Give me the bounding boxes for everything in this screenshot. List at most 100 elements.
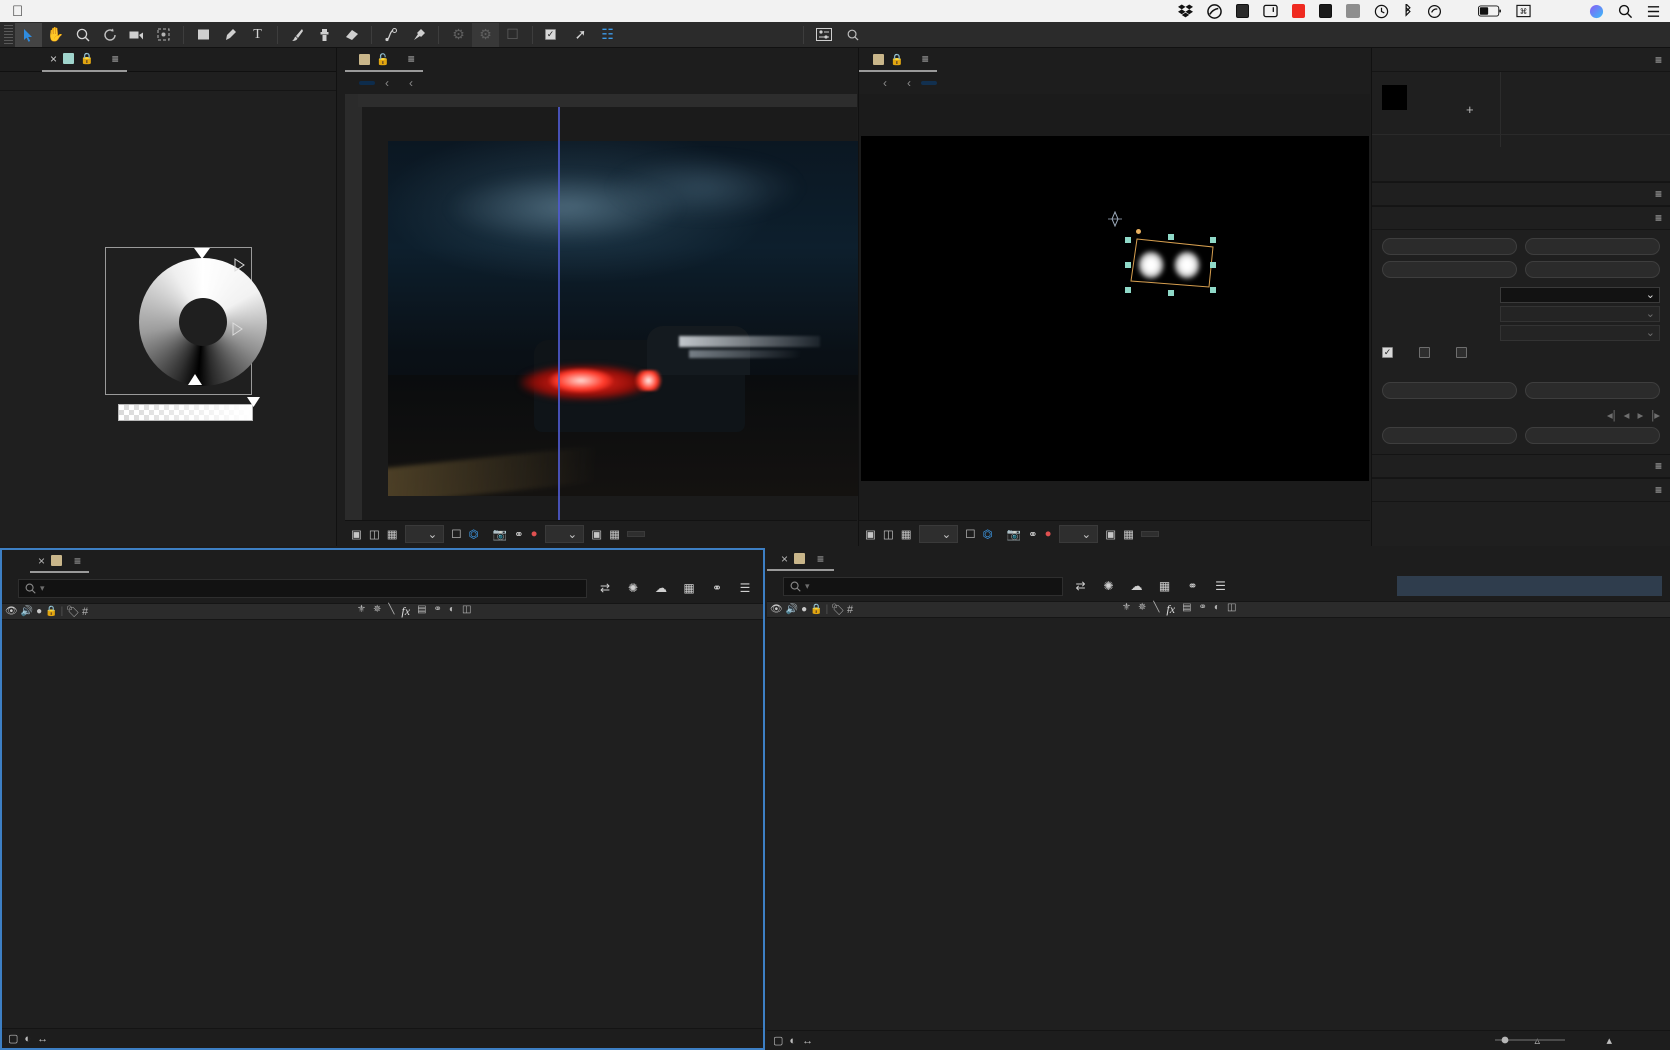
pen-tool-icon[interactable]	[217, 23, 244, 47]
notification-center-icon[interactable]: ⌘	[1509, 4, 1538, 18]
battery-monitor-icon[interactable]	[1229, 4, 1256, 18]
rotation-tool-icon[interactable]	[96, 23, 123, 47]
colorama-output-cycle-wheel[interactable]	[105, 247, 267, 395]
toggle-switches-modes-icon[interactable]: ▢	[8, 1032, 18, 1045]
safe-zones-icon[interactable]: ⏣	[983, 527, 993, 541]
composition-mini-flowchart-icon[interactable]: ⇄	[595, 578, 615, 598]
channels-icon[interactable]: ●	[1045, 528, 1052, 540]
timeline1-search-input[interactable]: ▾	[18, 578, 587, 598]
comp1-camera-view[interactable]	[626, 530, 645, 537]
siri-icon[interactable]	[1582, 4, 1611, 19]
preview-panel-header[interactable]: ≡	[1372, 182, 1670, 206]
snapshot-icon[interactable]: 📷	[1007, 527, 1021, 541]
comp1-video-frame[interactable]	[388, 141, 858, 496]
track-motion-button[interactable]	[1382, 261, 1517, 278]
tab-timeline-traci-matte[interactable]: × ≡	[767, 548, 835, 571]
panel-menu-icon[interactable]: ≡	[1655, 211, 1662, 225]
camera-tool-icon[interactable]	[123, 23, 150, 47]
comp2-canvas[interactable]	[859, 94, 1370, 520]
draft-3d-icon[interactable]: ✺	[623, 578, 643, 598]
snap-anchor-icon[interactable]: ➚	[567, 23, 594, 47]
panel-menu-icon[interactable]: ≡	[112, 52, 119, 66]
zoom-slider[interactable]	[1495, 1035, 1565, 1047]
track-camera-button[interactable]	[1382, 238, 1517, 255]
comp2-resolution-select[interactable]: ⌄	[1058, 524, 1099, 543]
mask-bounding-box[interactable]	[1125, 229, 1216, 296]
hand-tool-icon[interactable]: ✋	[42, 23, 69, 47]
toggle-mask-icon[interactable]: ◫	[883, 527, 894, 541]
tracker-panel-header[interactable]: ≡	[1372, 206, 1670, 230]
motion-blur-icon[interactable]: ⚭	[707, 578, 727, 598]
show-snapshot-icon[interactable]: ⚭	[1028, 527, 1038, 541]
workspace-settings-icon[interactable]	[810, 23, 837, 47]
timeline2-search-input[interactable]: ▾	[783, 576, 1063, 596]
region-of-interest-icon[interactable]: ▦	[901, 527, 912, 541]
chevron-down-icon[interactable]: ⌄	[942, 527, 952, 541]
panel-menu-icon[interactable]: ≡	[1655, 483, 1662, 497]
rotation-checkbox[interactable]	[1419, 346, 1430, 358]
tab-timeline-footage[interactable]: × ≡	[30, 550, 90, 573]
puppet-pin-tool-icon[interactable]	[405, 23, 432, 47]
transparency-toggle-icon[interactable]: ▦	[1123, 527, 1134, 541]
analyze-back-1-icon[interactable]: ◂|	[1607, 408, 1616, 422]
comp2-camera-view[interactable]	[1140, 530, 1159, 537]
chevron-down-icon[interactable]: ⌄	[1082, 527, 1092, 541]
position-checkbox[interactable]: ✓	[1382, 346, 1393, 358]
roto-brush-tool-icon[interactable]	[378, 23, 405, 47]
panel-menu-icon[interactable]: ≡	[74, 554, 81, 568]
character-panel-header[interactable]: ≡	[1372, 478, 1670, 502]
istat-red-icon[interactable]	[1285, 4, 1312, 18]
panel-menu-icon[interactable]: ≡	[1655, 187, 1662, 201]
info-panel-header[interactable]: ≡	[1372, 48, 1670, 72]
lock-icon[interactable]: 🔓	[376, 53, 390, 66]
comp1-resolution-select[interactable]: ⌄	[544, 524, 585, 543]
channels-icon[interactable]: ●	[531, 528, 538, 540]
draft-3d-icon[interactable]: ✺	[1099, 576, 1119, 596]
toggle-mask-icon[interactable]: ◫	[369, 527, 380, 541]
close-icon[interactable]: ×	[781, 552, 788, 566]
lock-icon[interactable]: 🔒	[890, 53, 904, 66]
close-icon[interactable]: ×	[38, 554, 45, 568]
type-tool-icon[interactable]: T	[244, 23, 271, 47]
edit-target-button[interactable]	[1382, 382, 1517, 399]
tracker-reset-button[interactable]	[1382, 427, 1517, 444]
lock-icon[interactable]: 🔒	[80, 52, 94, 65]
timeline1-footer-arrows-icon[interactable]: ↔	[37, 1033, 48, 1045]
timeline2-footer-arrows-icon[interactable]: ↔	[802, 1035, 813, 1047]
zoom-in-icon[interactable]: ▴	[1606, 1034, 1612, 1047]
frame-blending-icon[interactable]: ▦	[679, 578, 699, 598]
time-machine-icon[interactable]	[1367, 4, 1396, 19]
toggle-switches-modes-icon[interactable]: ▢	[773, 1034, 783, 1047]
graph-editor-icon[interactable]: ☰	[735, 578, 755, 598]
anchor-point-icon[interactable]	[1107, 210, 1123, 230]
clone-stamp-tool-icon[interactable]	[311, 23, 338, 47]
istat-green-icon[interactable]	[1312, 4, 1339, 18]
analyze-forward-icon[interactable]: ▸	[1637, 408, 1643, 422]
comp1-canvas[interactable]	[358, 94, 858, 520]
dropbox-icon[interactable]	[1171, 4, 1200, 18]
tab-footage-none[interactable]	[423, 48, 463, 72]
toolbar-grip[interactable]	[4, 24, 13, 45]
brush-tool-icon[interactable]	[284, 23, 311, 47]
snapshot-icon[interactable]: 📷	[493, 527, 507, 541]
analyze-forward-1-icon[interactable]: |▸	[1651, 408, 1660, 422]
menu-list-icon[interactable]	[1640, 5, 1670, 18]
show-snapshot-icon[interactable]: ⚭	[514, 527, 524, 541]
tab-effect-controls[interactable]: × 🔒 ≡	[42, 48, 127, 72]
grid-guides-icon[interactable]: ☐	[451, 527, 461, 541]
apple-icon[interactable]: 	[0, 4, 37, 19]
analyze-back-icon[interactable]: ◂	[1624, 408, 1630, 422]
region-interest-toggle-icon[interactable]: ▣	[591, 527, 602, 541]
spotlight-search-icon[interactable]	[1611, 4, 1640, 19]
panel-menu-icon[interactable]: ≡	[1655, 459, 1662, 473]
timeline2-footer-graph-icon[interactable]: ◐	[789, 1035, 796, 1047]
selection-tool-icon[interactable]	[15, 22, 42, 47]
warp-stabilizer-button[interactable]	[1525, 238, 1660, 255]
breadcrumb-traci-matte[interactable]	[921, 81, 937, 85]
bluetooth-icon[interactable]	[1396, 3, 1420, 19]
timeline1-footer-graph-icon[interactable]: ◐	[24, 1033, 31, 1045]
chevron-down-icon[interactable]: ⌄	[428, 527, 438, 541]
hide-shy-layers-icon[interactable]: ☁	[651, 578, 671, 598]
battery-icon[interactable]	[1471, 5, 1509, 17]
transparency-toggle-icon[interactable]: ▦	[609, 527, 620, 541]
